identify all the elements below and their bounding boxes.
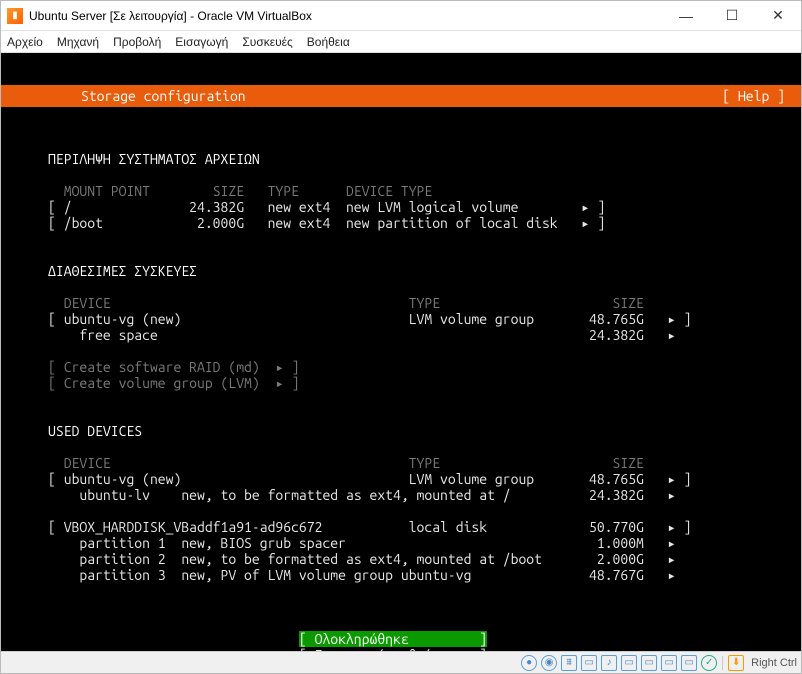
partition-row[interactable]: ubuntu-lv new, to be formatted as ext4, … <box>64 487 676 503</box>
create-action[interactable]: [ Create software RAID (md) ▸ ] <box>48 359 299 375</box>
chevron-right-icon: ▸ <box>667 567 675 583</box>
reset-button[interactable]: [ Επαναφορά ρυθμίσεων ] <box>299 647 487 651</box>
chevron-right-icon: ▸ <box>275 375 283 391</box>
menu-input[interactable]: Εισαγωγή <box>175 35 228 49</box>
chevron-right-icon: ▸ <box>581 199 589 215</box>
used-title: USED DEVICES <box>48 423 142 439</box>
recording-icon: ▭ <box>641 655 657 671</box>
cd-icon: ◉ <box>541 655 557 671</box>
audio-icon: ♪ <box>601 655 617 671</box>
network-icon: ▭ <box>661 655 677 671</box>
menu-view[interactable]: Προβολή <box>113 35 161 49</box>
menu-devices[interactable]: Συσκευές <box>242 35 292 49</box>
create-action[interactable]: [ Create volume group (LVM) ▸ ] <box>48 375 299 391</box>
shared-folder-icon: ▭ <box>581 655 597 671</box>
help-button[interactable]: [ Help ] <box>722 88 785 104</box>
partition-row[interactable]: partition 3 new, PV of LVM volume group … <box>64 567 676 583</box>
minimize-button[interactable]: — <box>663 1 709 31</box>
partition-row[interactable]: partition 2 new, to be formatted as ext4… <box>64 551 676 567</box>
window-title: Ubuntu Server [Σε λειτουργία] - Oracle V… <box>29 9 663 23</box>
done-button[interactable]: [ Ολοκληρώθηκε ] <box>299 631 487 647</box>
mouse-integration-icon: ✓ <box>701 655 717 671</box>
chevron-right-icon: ▸ <box>667 327 675 343</box>
terminal-area: Storage configuration [ Help ] ΠΕΡΙΛΗΨΗ … <box>1 53 801 651</box>
statusbar: ● ◉ ⩩ ▭ ♪ ▭ ▭ ▭ ▭ ✓ ⬇ Right Ctrl <box>1 651 801 673</box>
available-row[interactable]: [ ubuntu-vg (new) LVM volume group 48.76… <box>48 311 691 327</box>
chevron-right-icon: ▸ <box>667 551 675 567</box>
partition-row[interactable]: partition 1 new, BIOS grub spacer 1.000M… <box>64 535 676 551</box>
separator <box>722 656 723 670</box>
fs-row[interactable]: [ / 24.382G new ext4 new LVM logical vol… <box>48 199 605 215</box>
chevron-right-icon: ▸ <box>667 311 675 327</box>
screen-title: Storage configuration <box>81 88 246 104</box>
used-device-row[interactable]: [ VBOX_HARDDISK_VBaddf1a91-ad96c672 loca… <box>48 519 691 535</box>
features-icon: ▭ <box>681 655 697 671</box>
close-button[interactable]: ✕ <box>755 1 801 31</box>
titlebar: ▮ Ubuntu Server [Σε λειτουργία] - Oracle… <box>1 1 801 31</box>
host-key-icon: ⬇ <box>728 655 744 671</box>
virtualbox-window: ▮ Ubuntu Server [Σε λειτουργία] - Oracle… <box>0 0 802 674</box>
fs-summary-title: ΠΕΡΙΛΗΨΗ ΣΥΣΤΗΜΑΤΟΣ ΑΡΧΕΙΩΝ <box>48 151 260 167</box>
col-headers: MOUNT POINT SIZE TYPE DEVICE TYPE <box>64 183 581 199</box>
col-headers: DEVICE TYPE SIZE <box>64 455 644 471</box>
menubar: Αρχείο Μηχανή Προβολή Εισαγωγή Συσκευές … <box>1 31 801 53</box>
host-key-label: Right Ctrl <box>747 657 797 669</box>
virtualbox-icon: ▮ <box>7 8 23 24</box>
used-device-row[interactable]: [ ubuntu-vg (new) LVM volume group 48.76… <box>48 471 691 487</box>
fs-row[interactable]: [ /boot 2.000G new ext4 new partition of… <box>48 215 605 231</box>
display-icon: ▭ <box>621 655 637 671</box>
available-sub-row[interactable]: free space 24.382G ▸ <box>64 327 676 343</box>
chevron-right-icon: ▸ <box>667 535 675 551</box>
chevron-right-icon: ▸ <box>581 215 589 231</box>
menu-file[interactable]: Αρχείο <box>7 35 43 49</box>
maximize-button[interactable]: ☐ <box>709 1 755 31</box>
chevron-right-icon: ▸ <box>667 519 675 535</box>
chevron-right-icon: ▸ <box>667 487 675 503</box>
chevron-right-icon: ▸ <box>275 359 283 375</box>
screen-header: Storage configuration [ Help ] <box>1 85 801 107</box>
menu-help[interactable]: Βοήθεια <box>307 35 350 49</box>
menu-machine[interactable]: Μηχανή <box>57 35 99 49</box>
hdd-activity-icon: ● <box>521 655 537 671</box>
available-title: ΔΙΑΘΕΣΙΜΕΣ ΣΥΣΚΕΥΕΣ <box>48 263 197 279</box>
usb-icon: ⩩ <box>561 655 577 671</box>
col-headers: DEVICE TYPE SIZE <box>64 295 644 311</box>
chevron-right-icon: ▸ <box>667 471 675 487</box>
